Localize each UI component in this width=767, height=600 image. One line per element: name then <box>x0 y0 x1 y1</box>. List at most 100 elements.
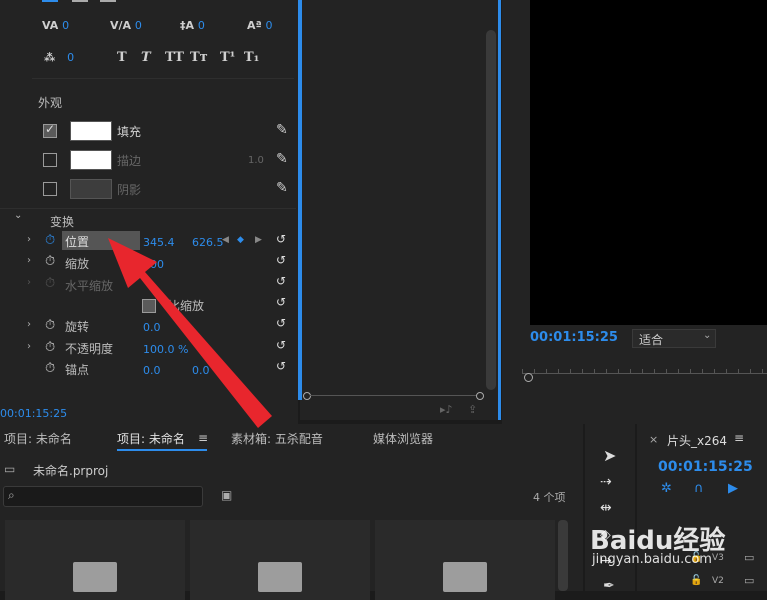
bin-item[interactable] <box>5 520 185 600</box>
opacity-label: 不透明度 <box>65 342 114 356</box>
opacity-value[interactable]: 100.0 % <box>143 343 188 356</box>
menu-icon[interactable]: ≡ <box>734 431 744 445</box>
horizontal-zoom-bar[interactable] <box>300 390 485 400</box>
subscript-button[interactable]: T₁ <box>244 50 259 65</box>
stroke-color-swatch[interactable] <box>70 150 112 170</box>
export-icon[interactable]: ⇪ <box>468 403 477 416</box>
stopwatch-icon[interactable]: ⏱ <box>45 340 55 355</box>
appearance-header: 外观 <box>38 96 63 110</box>
track-output-icon[interactable]: ▭ <box>744 574 754 587</box>
small-caps-button[interactable]: Tт <box>190 50 208 65</box>
menu-icon[interactable]: ≡ <box>198 431 208 445</box>
project-scrollbar[interactable] <box>558 520 568 591</box>
tab-project-active[interactable]: 项目: 未命名 <box>117 430 185 447</box>
shadow-color-swatch[interactable] <box>70 179 112 199</box>
superscript-button[interactable]: T¹ <box>220 50 235 65</box>
kerning-value[interactable]: 0 <box>135 19 142 32</box>
ripple-edit-icon[interactable]: ⇹ <box>600 500 612 516</box>
chevron-right-icon[interactable]: › <box>27 255 31 266</box>
tab-media-browser[interactable]: 媒体浏览器 <box>373 430 433 447</box>
tsume-value[interactable]: 0 <box>67 51 74 64</box>
close-icon[interactable]: × <box>649 433 658 446</box>
audio-icon[interactable]: ▸♪ <box>440 403 453 416</box>
reset-icon[interactable]: ↺ <box>276 316 286 330</box>
tracking-value[interactable]: 0 <box>62 19 69 32</box>
reset-icon[interactable]: ↺ <box>276 253 286 267</box>
divider <box>32 78 294 79</box>
stroke-width-value[interactable]: 1.0 <box>248 155 264 166</box>
tracking-icon: VA <box>42 19 59 32</box>
kerning-control[interactable]: V/A 0 <box>110 18 142 32</box>
eyedropper-icon[interactable]: ✎ <box>276 122 288 138</box>
baseline-control[interactable]: Aª 0 <box>247 18 273 32</box>
keyframe-area <box>300 0 500 420</box>
pen-tool-icon[interactable]: ✒ <box>603 578 615 594</box>
add-keyframe-icon[interactable]: ◆ <box>237 235 244 245</box>
stopwatch-icon[interactable]: ⏱ <box>45 254 55 269</box>
effect-timecode[interactable]: 00:01:15:25 <box>0 407 67 420</box>
search-input[interactable]: ⌕ <box>3 486 203 507</box>
timeline-timecode[interactable]: 00:01:15:25 <box>658 459 753 475</box>
fit-dropdown-value: 适合 <box>639 333 664 347</box>
nest-icon[interactable]: ✲ <box>661 481 672 496</box>
tracking-control[interactable]: VA 0 <box>42 18 69 32</box>
folder-icon <box>443 562 487 592</box>
leading-value[interactable]: 0 <box>198 19 205 32</box>
faux-italic-button[interactable]: T <box>141 50 151 65</box>
stopwatch-icon[interactable]: ⏱ <box>45 318 55 333</box>
snap-icon[interactable]: ∩ <box>694 481 704 496</box>
baseline-value[interactable]: 0 <box>266 19 273 32</box>
program-timeline-ruler[interactable] <box>522 366 767 382</box>
anchor-y-value[interactable]: 0.0 <box>192 364 210 377</box>
all-caps-button[interactable]: TT <box>165 50 184 65</box>
reset-icon[interactable]: ↺ <box>276 359 286 373</box>
align-icons[interactable] <box>42 0 122 6</box>
fill-color-swatch[interactable] <box>70 121 112 141</box>
eyedropper-icon[interactable]: ✎ <box>276 180 288 196</box>
position-y-value[interactable]: 626.5 <box>192 236 224 249</box>
reset-icon[interactable]: ↺ <box>276 295 286 309</box>
stopwatch-icon[interactable]: ⏱ <box>45 233 55 248</box>
reset-icon[interactable]: ↺ <box>276 338 286 352</box>
chevron-right-icon[interactable]: › <box>27 277 31 288</box>
selection-tool-icon[interactable]: ➤ <box>603 446 616 465</box>
lock-icon[interactable]: 🔓 <box>690 575 702 586</box>
track-v2-label: V2 <box>712 576 724 586</box>
fit-dropdown[interactable]: 适合 ⌄ <box>632 329 716 348</box>
program-timecode[interactable]: 00:01:15:25 <box>530 330 618 345</box>
prev-keyframe-icon[interactable]: ◀ <box>222 235 229 245</box>
vertical-scrollbar[interactable] <box>486 30 496 390</box>
fill-checkbox[interactable]: ✓ <box>43 122 57 138</box>
tab-bin[interactable]: 素材箱: 五杀配音 <box>231 430 323 447</box>
chevron-right-icon[interactable]: › <box>27 341 31 352</box>
scale-value[interactable]: 100 <box>143 258 164 271</box>
eyedropper-icon[interactable]: ✎ <box>276 151 288 167</box>
faux-bold-button[interactable]: T <box>117 50 127 65</box>
new-bin-icon[interactable]: ▣ <box>221 488 232 502</box>
tsume-control[interactable]: ⁂ 0 <box>44 50 74 64</box>
rotation-value[interactable]: 0.0 <box>143 321 161 334</box>
program-video-screen <box>530 0 767 325</box>
sequence-title[interactable]: 片头_x264 <box>667 432 727 449</box>
leading-control[interactable]: ‡A 0 <box>180 18 205 32</box>
track-output-icon[interactable]: ▭ <box>744 551 754 564</box>
track-select-icon[interactable]: ⇢ <box>600 474 612 490</box>
panel-border <box>498 0 501 420</box>
reset-icon[interactable]: ↺ <box>276 232 286 246</box>
tab-project-1[interactable]: 项目: 未命名 <box>4 430 72 447</box>
position-x-value[interactable]: 345.4 <box>143 236 175 249</box>
next-keyframe-icon[interactable]: ▶ <box>255 235 262 245</box>
chevron-down-icon[interactable]: ⌄ <box>14 210 22 221</box>
chevron-right-icon[interactable]: › <box>27 319 31 330</box>
bin-item[interactable] <box>375 520 555 600</box>
shadow-checkbox[interactable] <box>43 182 57 196</box>
chevron-right-icon[interactable]: › <box>27 234 31 245</box>
anchor-x-value[interactable]: 0.0 <box>143 364 161 377</box>
stopwatch-icon[interactable]: ⏱ <box>45 276 55 291</box>
reset-icon[interactable]: ↺ <box>276 274 286 288</box>
uniform-scale-checkbox[interactable] <box>142 299 156 313</box>
stopwatch-icon[interactable]: ⏱ <box>45 361 55 376</box>
stroke-checkbox[interactable] <box>43 153 57 167</box>
bin-item[interactable] <box>190 520 370 600</box>
linked-selection-icon[interactable]: ▶ <box>728 481 738 496</box>
